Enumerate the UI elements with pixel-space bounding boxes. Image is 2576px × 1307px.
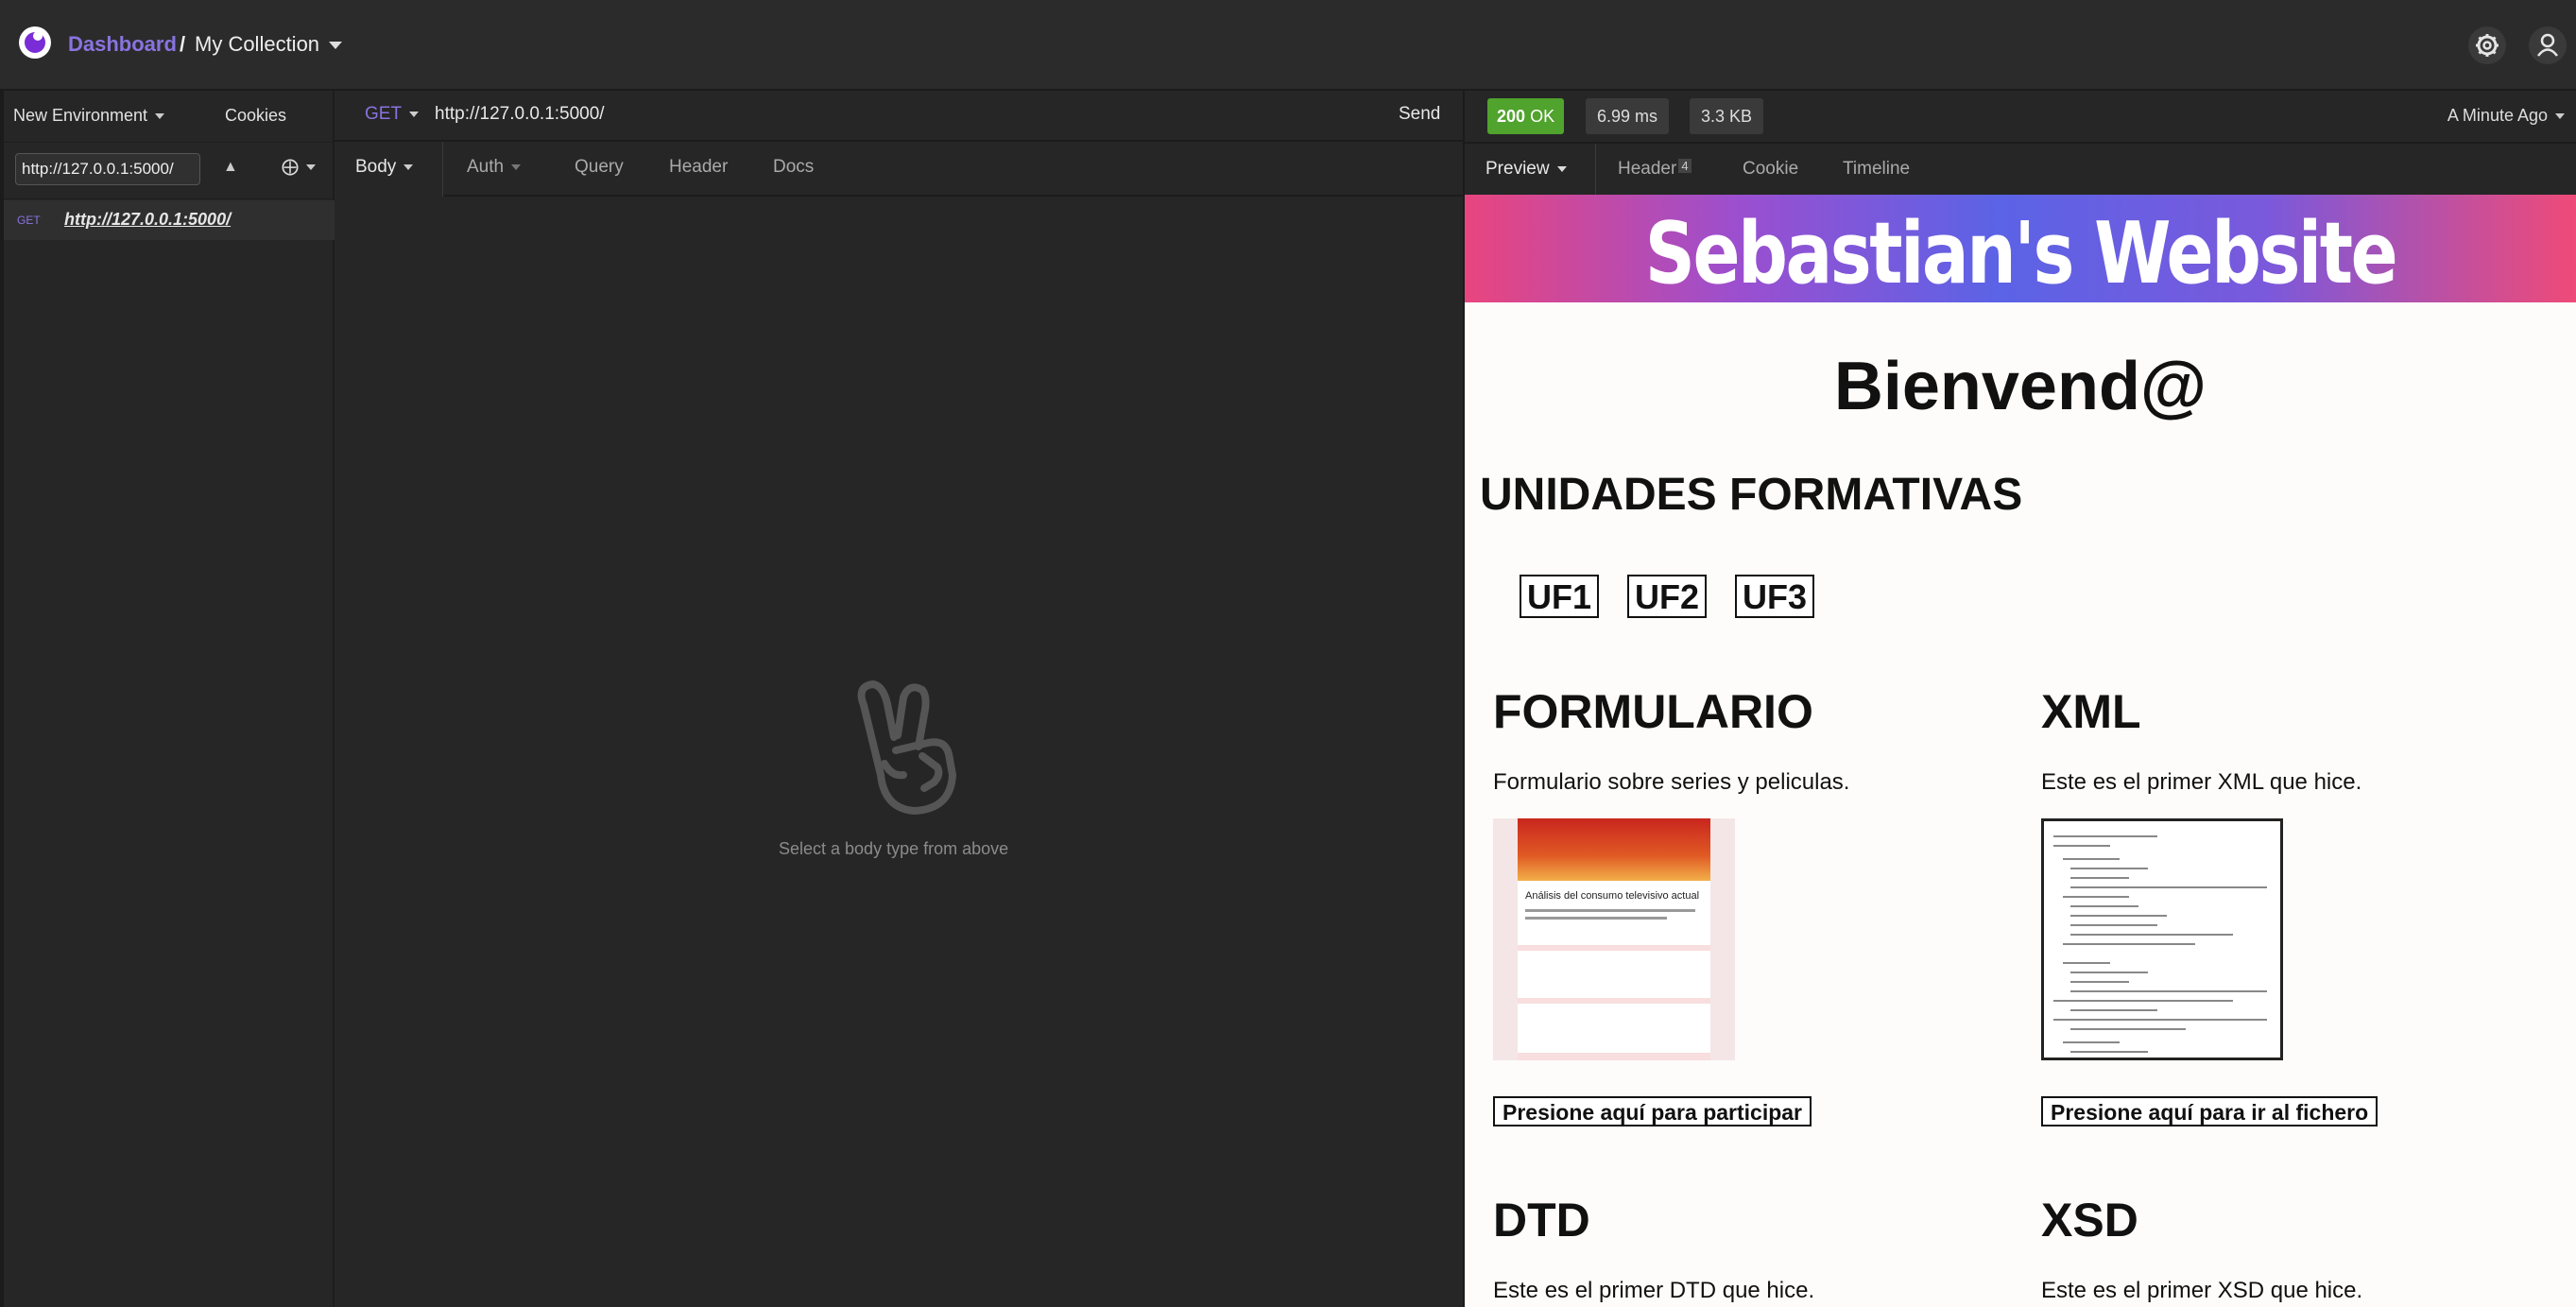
formulario-thumbnail: Análisis del consumo televisivo actual [1493, 818, 1735, 1060]
breadcrumb-separator: / [180, 32, 186, 56]
empty-body-message: Select a body type from above [779, 839, 1009, 858]
xml-title: XML [2041, 685, 2141, 738]
status-code: 200 [1497, 107, 1526, 126]
collection-menu[interactable]: My Collection [195, 32, 343, 57]
header-count-badge: 4 [1678, 159, 1692, 173]
sidebar-header: New Environment Cookies [4, 91, 335, 143]
sort-icon[interactable]: ▲ [223, 159, 238, 176]
method-label: GET [365, 104, 403, 124]
send-button[interactable]: Send [1399, 104, 1440, 125]
environment-label: New Environment [13, 106, 148, 125]
formulario-description: Formulario sobre series y peliculas. [1493, 769, 1850, 795]
tab-header[interactable]: Header [669, 157, 728, 178]
account-button[interactable] [2529, 26, 2567, 64]
xml-thumbnail [2041, 818, 2283, 1060]
xml-description: Este es el primer XML que hice. [2041, 769, 2362, 795]
tab-query[interactable]: Query [575, 157, 624, 178]
request-name: http://127.0.0.1:5000/ [64, 210, 232, 229]
tab-auth[interactable]: Auth [467, 157, 522, 178]
tab-response-header[interactable]: Header 4 [1618, 159, 1692, 180]
request-panel: GET http://127.0.0.1:5000/ Send Body Aut… [335, 91, 1465, 1307]
chevron-down-icon [2555, 113, 2565, 120]
formulario-title: FORMULARIO [1493, 685, 1813, 738]
sidebar-filter-row: ▲ ⨁ [4, 144, 335, 199]
tab-body[interactable]: Body [355, 157, 414, 178]
response-preview: Sebastian's Website Bienvend@ UNIDADES F… [1465, 195, 2576, 1307]
tab-docs[interactable]: Docs [773, 157, 814, 178]
add-item-button[interactable]: ⨁ [282, 157, 316, 177]
collection-name: My Collection [195, 32, 320, 56]
welcome-heading: Bienvend@ [1833, 349, 2207, 424]
response-tabs: Preview Header 4 Cookie Timeline [1465, 142, 2576, 198]
uf3-button[interactable]: UF3 [1735, 575, 1815, 618]
tab-preview[interactable]: Preview [1485, 159, 1567, 180]
request-tabs: Body Auth Query Header Docs [335, 142, 1463, 197]
participate-button[interactable]: Presione aquí para participar [1493, 1096, 1812, 1126]
dtd-title: DTD [1493, 1194, 1590, 1247]
url-input[interactable]: http://127.0.0.1:5000/ [435, 104, 605, 125]
user-icon [2537, 33, 2558, 57]
response-header: 200 OK 6.99 ms 3.3 KB A Minute Ago Previ… [1465, 91, 2576, 198]
tab-timeline[interactable]: Timeline [1843, 159, 1910, 180]
xsd-description: Este es el primer XSD que hice. [2041, 1278, 2363, 1303]
settings-button[interactable] [2468, 26, 2506, 64]
environment-selector[interactable]: New Environment [13, 106, 165, 126]
filter-input[interactable] [15, 153, 200, 185]
chevron-down-icon [511, 163, 522, 170]
chevron-down-icon [329, 42, 343, 50]
cookies-button[interactable]: Cookies [225, 106, 286, 126]
tab-body-label: Body [355, 157, 397, 177]
status-text: OK [1530, 107, 1555, 126]
app-logo-icon[interactable] [19, 26, 51, 59]
uf1-button[interactable]: UF1 [1520, 575, 1600, 618]
site-banner: Sebastian's Website [1465, 195, 2576, 303]
chevron-down-icon [409, 111, 420, 117]
tab-auth-label: Auth [467, 157, 505, 177]
thumbnail-form-title: Análisis del consumo televisivo actual [1525, 890, 1700, 902]
method-selector[interactable]: GET [365, 104, 420, 125]
request-method-tag: GET [17, 214, 41, 227]
sidebar-request-item[interactable]: GET http://127.0.0.1:5000/ [4, 200, 335, 240]
url-bar: GET http://127.0.0.1:5000/ Send [335, 91, 1463, 142]
dtd-description: Este es el primer DTD que hice. [1493, 1278, 1815, 1303]
history-dropdown[interactable]: A Minute Ago [2447, 106, 2565, 126]
top-bar: Dashboard / My Collection [0, 0, 2576, 91]
gear-icon [2476, 34, 2499, 57]
tab-response-header-label: Header [1618, 159, 1677, 179]
site-banner-title: Sebastian's Website [1644, 204, 2398, 303]
breadcrumb-dashboard[interactable]: Dashboard [68, 32, 177, 57]
response-time: 6.99 ms [1586, 98, 1670, 134]
chevron-down-icon [155, 113, 165, 120]
units-heading: UNIDADES FORMATIVAS [1480, 470, 2023, 520]
tab-cookie[interactable]: Cookie [1743, 159, 1798, 180]
sidebar: New Environment Cookies ▲ ⨁ GET http://1… [0, 91, 335, 1307]
peace-hand-icon [857, 680, 956, 815]
xsd-title: XSD [2041, 1194, 2138, 1247]
open-file-button[interactable]: Presione aquí para ir al fichero [2041, 1096, 2379, 1126]
uf2-button[interactable]: UF2 [1627, 575, 1708, 618]
chevron-down-icon [404, 163, 414, 170]
history-label: A Minute Ago [2447, 106, 2548, 125]
chevron-down-icon [306, 164, 316, 171]
tab-preview-label: Preview [1485, 159, 1550, 179]
chevron-down-icon [1556, 165, 1567, 172]
plus-circle-icon: ⨁ [282, 157, 299, 176]
status-badge: 200 OK [1487, 98, 1565, 134]
response-size: 3.3 KB [1690, 98, 1764, 134]
